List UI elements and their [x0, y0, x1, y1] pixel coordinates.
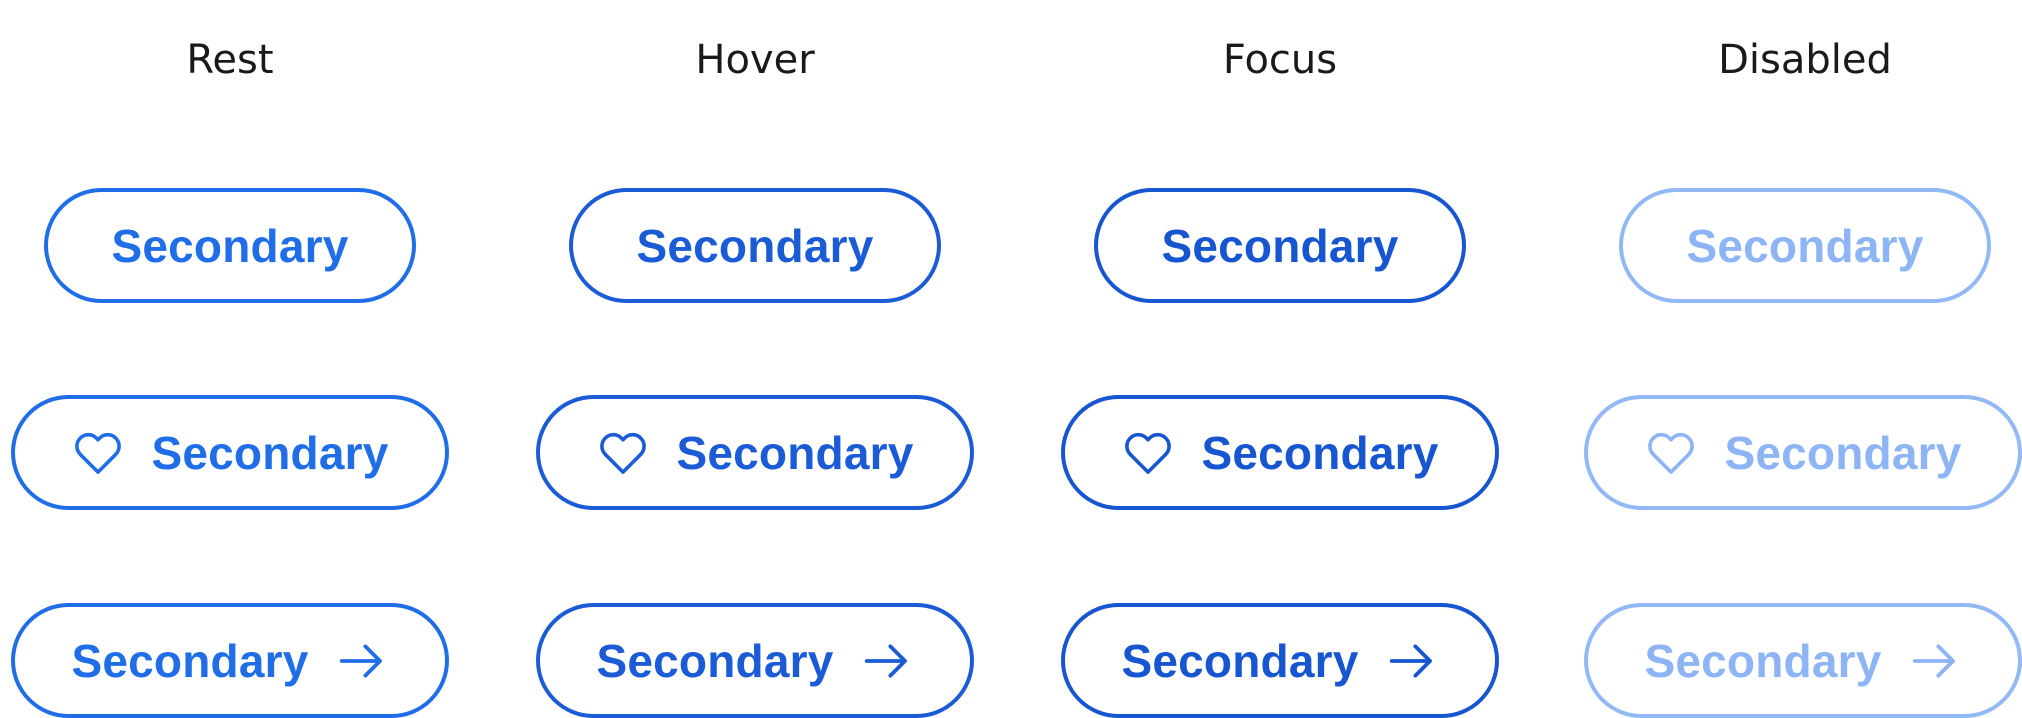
secondary-button-arrow-rest[interactable]: Secondary [11, 603, 449, 718]
button-label: Secondary [111, 219, 349, 272]
button-label: Secondary [1121, 634, 1359, 687]
button-label: Secondary [1201, 426, 1439, 479]
secondary-button-heart-focus[interactable]: Secondary [1061, 395, 1499, 510]
button-label: Secondary [71, 634, 309, 687]
button-label: Secondary [1686, 219, 1924, 272]
secondary-button-rest[interactable]: Secondary [44, 188, 416, 303]
button-label: Secondary [636, 219, 874, 272]
arrow-right-icon [1385, 634, 1439, 688]
secondary-button-hover[interactable]: Secondary [569, 188, 941, 303]
heart-icon [596, 426, 650, 480]
button-label: Secondary [1644, 634, 1882, 687]
secondary-button-arrow-disabled: Secondary [1584, 603, 2022, 718]
arrow-right-icon [335, 634, 389, 688]
heart-icon [1644, 426, 1698, 480]
heart-icon [71, 426, 125, 480]
secondary-button-arrow-hover[interactable]: Secondary [536, 603, 974, 718]
secondary-button-heart-disabled: Secondary [1584, 395, 2022, 510]
secondary-button-heart-rest[interactable]: Secondary [11, 395, 449, 510]
secondary-button-arrow-focus[interactable]: Secondary [1061, 603, 1499, 718]
heart-icon [1121, 426, 1175, 480]
button-label: Secondary [676, 426, 914, 479]
button-label: Secondary [596, 634, 834, 687]
column-header-hover: Hover [695, 37, 815, 83]
arrow-right-icon [860, 634, 914, 688]
secondary-button-focus[interactable]: Secondary [1094, 188, 1466, 303]
column-header-focus: Focus [1222, 37, 1338, 83]
column-header-disabled: Disabled [1718, 37, 1892, 83]
secondary-button-heart-hover[interactable]: Secondary [536, 395, 974, 510]
button-label: Secondary [1724, 426, 1962, 479]
button-label: Secondary [1161, 219, 1399, 272]
button-label: Secondary [151, 426, 389, 479]
arrow-right-icon [1908, 634, 1962, 688]
secondary-button-disabled: Secondary [1619, 188, 1991, 303]
column-header-rest: Rest [186, 37, 274, 83]
